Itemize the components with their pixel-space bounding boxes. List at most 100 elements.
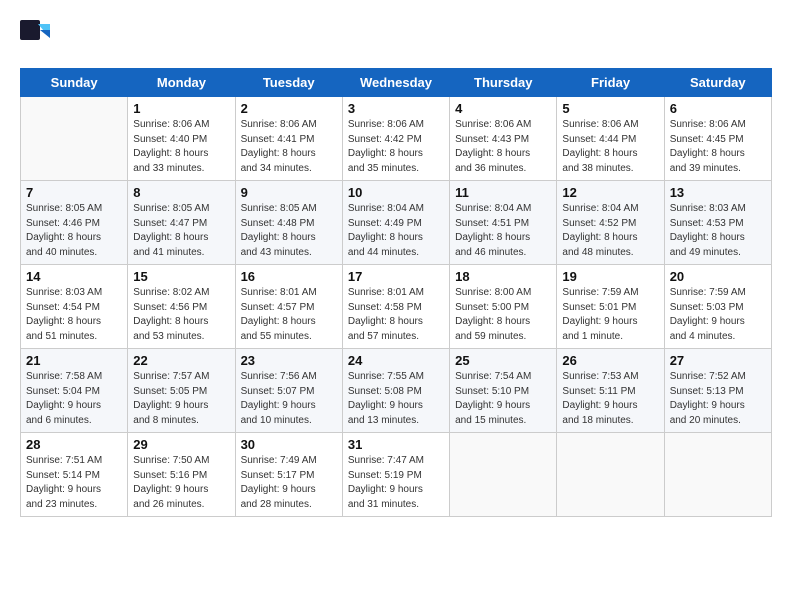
calendar-cell: 11Sunrise: 8:04 AM Sunset: 4:51 PM Dayli… [450,181,557,265]
day-info: Sunrise: 7:53 AM Sunset: 5:11 PM Dayligh… [562,370,658,428]
calendar-cell [664,433,771,517]
day-number: 29 [133,437,229,452]
logo [20,20,56,52]
calendar-cell: 22 Sunrise: 7:57 AM Sunset: 5:05 PM Dayli… [128,349,235,433]
day-number: 17 [348,269,444,284]
day-info: Sunrise: 7:50 AM Sunset: 5:16 PM Dayligh… [133,454,229,512]
day-number: 28 [26,437,122,452]
day-info: Sunrise: 7:59 AM Sunset: 5:03 PM Dayligh… [670,286,766,344]
day-info: Sunrise: 8:03 AM Sunset: 4:54 PM Dayligh… [26,286,122,344]
day-info: Sunrise: 8:03 AM Sunset: 4:53 PM Dayligh… [670,202,766,260]
day-number: 26 [562,353,658,368]
calendar-cell: 9 Sunrise: 8:05 AM Sunset: 4:48 PM Daylig… [235,181,342,265]
day-info: Sunrise: 7:59 AM Sunset: 5:01 PM Dayligh… [562,286,658,344]
day-info: Sunrise: 8:04 AM Sunset: 4:52 PM Dayligh… [562,202,658,260]
logo-icon [20,20,52,52]
day-number: 8 [133,185,229,200]
calendar-cell: 25Sunrise: 7:54 AM Sunset: 5:10 PM Dayli… [450,349,557,433]
day-number: 22 [133,353,229,368]
day-number: 1 [133,101,229,116]
day-info: Sunrise: 8:04 AM Sunset: 4:49 PM Dayligh… [348,202,444,260]
weekday-header: Wednesday [342,69,449,97]
calendar-cell: 8 Sunrise: 8:05 AM Sunset: 4:47 PM Daylig… [128,181,235,265]
day-info: Sunrise: 8:05 AM Sunset: 4:46 PM Dayligh… [26,202,122,260]
weekday-header: Sunday [21,69,128,97]
day-info: Sunrise: 8:06 AM Sunset: 4:45 PM Dayligh… [670,118,766,176]
weekday-header: Thursday [450,69,557,97]
calendar-cell: 7 Sunrise: 8:05 AM Sunset: 4:46 PM Daylig… [21,181,128,265]
day-number: 30 [241,437,337,452]
day-number: 12 [562,185,658,200]
weekday-header: Monday [128,69,235,97]
day-info: Sunrise: 8:01 AM Sunset: 4:58 PM Dayligh… [348,286,444,344]
header [20,20,772,52]
day-number: 6 [670,101,766,116]
calendar-cell: 26 Sunrise: 7:53 AM Sunset: 5:11 PM Dayli… [557,349,664,433]
day-number: 24 [348,353,444,368]
day-info: Sunrise: 7:52 AM Sunset: 5:13 PM Dayligh… [670,370,766,428]
day-info: Sunrise: 8:06 AM Sunset: 4:43 PM Dayligh… [455,118,551,176]
calendar-cell: 14 Sunrise: 8:03 AM Sunset: 4:54 PM Dayli… [21,265,128,349]
calendar-cell: 17 Sunrise: 8:01 AM Sunset: 4:58 PM Dayli… [342,265,449,349]
day-number: 2 [241,101,337,116]
day-number: 27 [670,353,766,368]
day-number: 18 [455,269,551,284]
calendar-cell: 10Sunrise: 8:04 AM Sunset: 4:49 PM Dayli… [342,181,449,265]
day-number: 23 [241,353,337,368]
calendar-cell: 23 Sunrise: 7:56 AM Sunset: 5:07 PM Dayli… [235,349,342,433]
calendar-cell: 13Sunrise: 8:03 AM Sunset: 4:53 PM Dayli… [664,181,771,265]
day-number: 16 [241,269,337,284]
weekday-header: Friday [557,69,664,97]
calendar-cell: 2 Sunrise: 8:06 AM Sunset: 4:41 PM Daylig… [235,97,342,181]
day-info: Sunrise: 7:47 AM Sunset: 5:19 PM Dayligh… [348,454,444,512]
calendar-week-row: 28 Sunrise: 7:51 AM Sunset: 5:14 PM Dayli… [21,433,772,517]
day-number: 9 [241,185,337,200]
day-info: Sunrise: 8:06 AM Sunset: 4:40 PM Dayligh… [133,118,229,176]
day-info: Sunrise: 8:04 AM Sunset: 4:51 PM Dayligh… [455,202,551,260]
calendar-cell: 16Sunrise: 8:01 AM Sunset: 4:57 PM Dayli… [235,265,342,349]
day-info: Sunrise: 8:05 AM Sunset: 4:47 PM Dayligh… [133,202,229,260]
day-number: 7 [26,185,122,200]
day-info: Sunrise: 8:06 AM Sunset: 4:44 PM Dayligh… [562,118,658,176]
day-number: 25 [455,353,551,368]
day-number: 5 [562,101,658,116]
day-info: Sunrise: 7:51 AM Sunset: 5:14 PM Dayligh… [26,454,122,512]
calendar-week-row: 1 Sunrise: 8:06 AM Sunset: 4:40 PM Daylig… [21,97,772,181]
day-info: Sunrise: 7:49 AM Sunset: 5:17 PM Dayligh… [241,454,337,512]
calendar-cell: 30 Sunrise: 7:49 AM Sunset: 5:17 PM Dayli… [235,433,342,517]
calendar-cell: 5 Sunrise: 8:06 AM Sunset: 4:44 PM Daylig… [557,97,664,181]
calendar-cell: 27 Sunrise: 7:52 AM Sunset: 5:13 PM Dayli… [664,349,771,433]
calendar-cell: 15 Sunrise: 8:02 AM Sunset: 4:56 PM Dayli… [128,265,235,349]
calendar-cell [21,97,128,181]
day-info: Sunrise: 7:58 AM Sunset: 5:04 PM Dayligh… [26,370,122,428]
day-number: 31 [348,437,444,452]
day-number: 19 [562,269,658,284]
calendar-week-row: 21Sunrise: 7:58 AM Sunset: 5:04 PM Dayli… [21,349,772,433]
calendar-table: SundayMondayTuesdayWednesdayThursdayFrid… [20,68,772,517]
day-info: Sunrise: 8:00 AM Sunset: 5:00 PM Dayligh… [455,286,551,344]
day-info: Sunrise: 7:56 AM Sunset: 5:07 PM Dayligh… [241,370,337,428]
calendar-cell: 24Sunrise: 7:55 AM Sunset: 5:08 PM Dayli… [342,349,449,433]
calendar-cell: 18 Sunrise: 8:00 AM Sunset: 5:00 PM Dayli… [450,265,557,349]
calendar-cell: 4 Sunrise: 8:06 AM Sunset: 4:43 PM Daylig… [450,97,557,181]
day-number: 20 [670,269,766,284]
day-info: Sunrise: 7:57 AM Sunset: 5:05 PM Dayligh… [133,370,229,428]
day-info: Sunrise: 8:02 AM Sunset: 4:56 PM Dayligh… [133,286,229,344]
day-number: 4 [455,101,551,116]
calendar-cell: 3Sunrise: 8:06 AM Sunset: 4:42 PM Daylig… [342,97,449,181]
day-info: Sunrise: 8:06 AM Sunset: 4:41 PM Dayligh… [241,118,337,176]
calendar-header-row: SundayMondayTuesdayWednesdayThursdayFrid… [21,69,772,97]
calendar-cell: 21Sunrise: 7:58 AM Sunset: 5:04 PM Dayli… [21,349,128,433]
calendar-body: 1 Sunrise: 8:06 AM Sunset: 4:40 PM Daylig… [21,97,772,517]
day-number: 15 [133,269,229,284]
weekday-header: Tuesday [235,69,342,97]
calendar-cell: 12 Sunrise: 8:04 AM Sunset: 4:52 PM Dayli… [557,181,664,265]
calendar-cell: 20 Sunrise: 7:59 AM Sunset: 5:03 PM Dayli… [664,265,771,349]
calendar-cell: 1 Sunrise: 8:06 AM Sunset: 4:40 PM Daylig… [128,97,235,181]
calendar-week-row: 14 Sunrise: 8:03 AM Sunset: 4:54 PM Dayli… [21,265,772,349]
calendar-cell [557,433,664,517]
calendar-cell [450,433,557,517]
calendar-cell: 31 Sunrise: 7:47 AM Sunset: 5:19 PM Dayli… [342,433,449,517]
day-number: 14 [26,269,122,284]
day-info: Sunrise: 8:05 AM Sunset: 4:48 PM Dayligh… [241,202,337,260]
